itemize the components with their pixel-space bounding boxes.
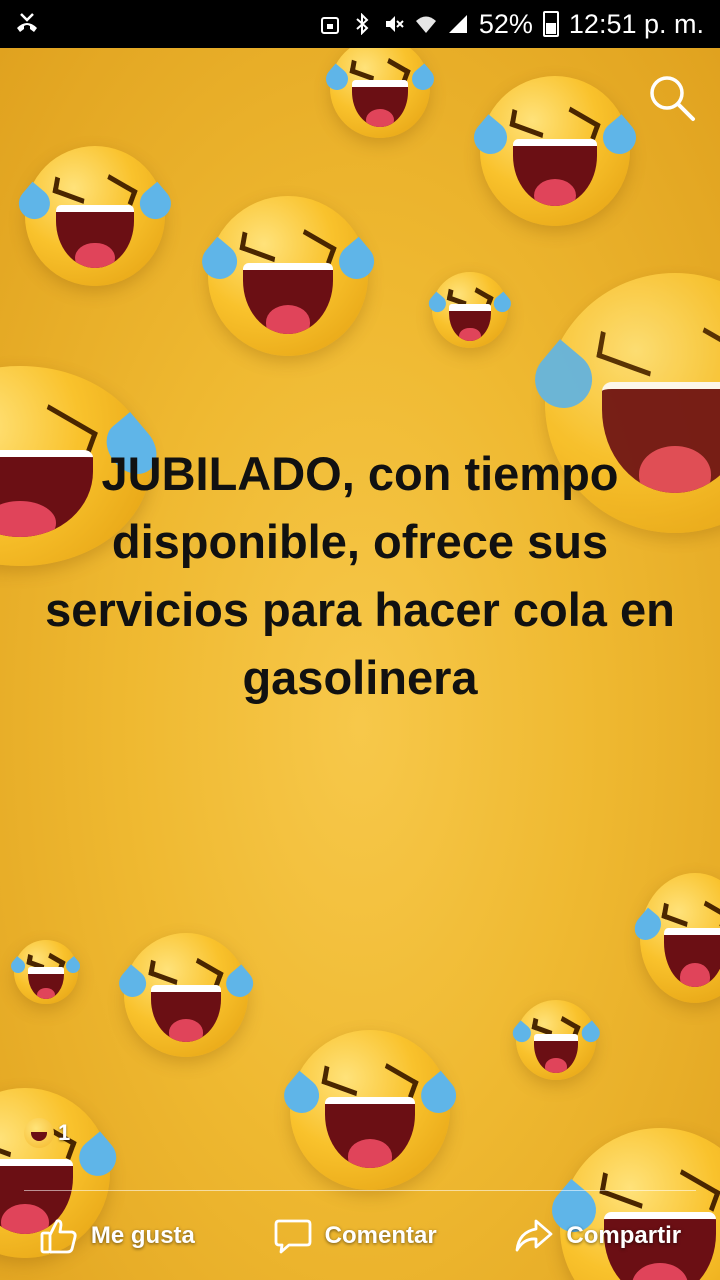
status-bar: 52% 12:51 p. m. bbox=[0, 0, 720, 48]
comment-label: Comentar bbox=[324, 1222, 437, 1249]
wifi-icon bbox=[415, 16, 436, 33]
reaction-summary[interactable]: 1 bbox=[24, 1118, 70, 1148]
laughing-emoji bbox=[8, 940, 84, 1004]
laughing-emoji bbox=[321, 48, 439, 138]
laughing-emoji bbox=[276, 1030, 464, 1190]
signal-icon bbox=[448, 15, 467, 33]
thumbs-up-icon bbox=[40, 1219, 77, 1254]
mute-icon bbox=[385, 16, 404, 32]
like-button[interactable]: Me gusta bbox=[39, 1216, 195, 1256]
lock-image-icon bbox=[320, 17, 339, 34]
post-actions: Me gusta Comentar Compartir bbox=[0, 1208, 720, 1264]
share-arrow-icon bbox=[516, 1219, 553, 1252]
laughing-emoji bbox=[13, 146, 177, 286]
share-label: Compartir bbox=[566, 1222, 682, 1249]
clock: 12:51 p. m. bbox=[568, 8, 704, 39]
like-label: Me gusta bbox=[90, 1222, 195, 1249]
bluetooth-icon bbox=[356, 13, 369, 35]
laughing-emoji bbox=[425, 272, 515, 348]
missed-call-icon bbox=[17, 13, 37, 32]
share-button[interactable]: Compartir bbox=[514, 1216, 681, 1256]
laughing-emoji bbox=[629, 873, 720, 1003]
battery-percent: 52% bbox=[478, 8, 533, 39]
laughing-emoji bbox=[467, 76, 643, 226]
laughing-emoji bbox=[113, 933, 259, 1057]
comment-button[interactable]: Comentar bbox=[273, 1216, 437, 1256]
comment-icon bbox=[274, 1219, 312, 1254]
laughing-emoji bbox=[509, 1000, 603, 1080]
reaction-count: 1 bbox=[58, 1120, 71, 1145]
haha-reaction-icon bbox=[24, 1118, 54, 1148]
search-icon[interactable] bbox=[646, 72, 698, 124]
laughing-emoji bbox=[194, 196, 382, 356]
post-caption: JUBILADO, con tiempo disponible, ofrece … bbox=[45, 447, 675, 704]
divider bbox=[24, 1190, 696, 1191]
battery-icon bbox=[542, 11, 559, 37]
